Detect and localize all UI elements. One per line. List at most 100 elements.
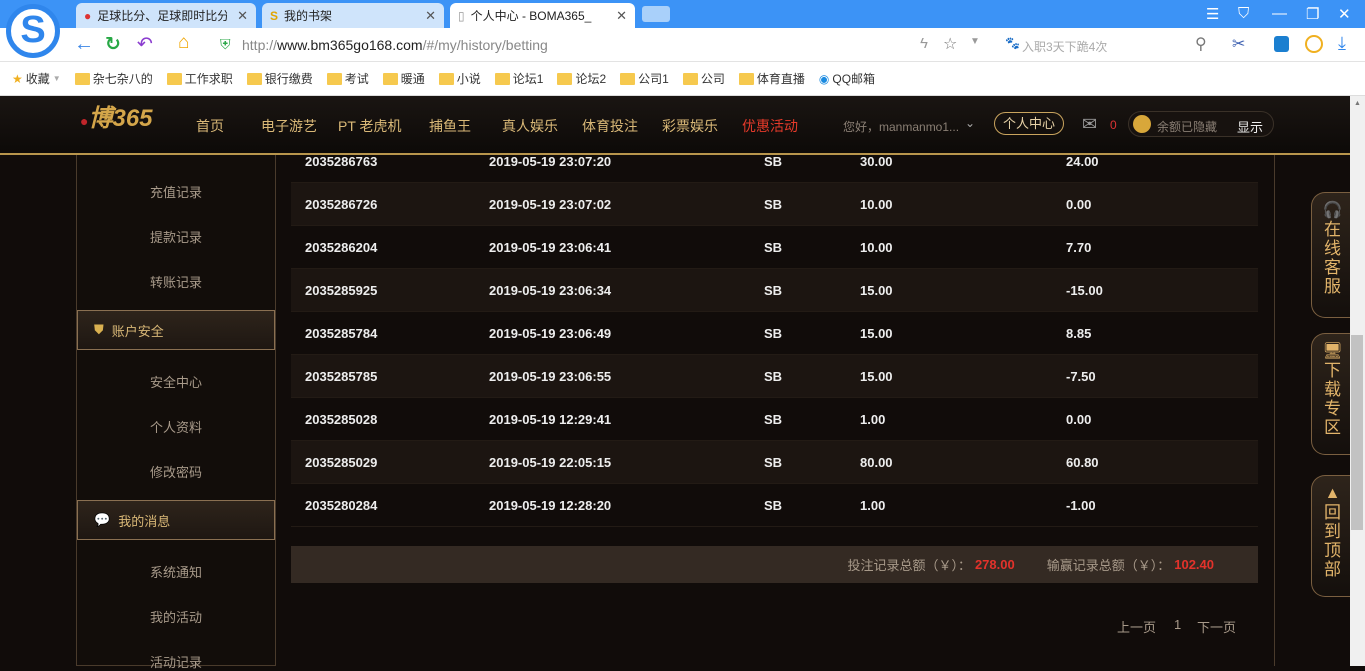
sidebar-item-my-activities[interactable]: 我的活动 (77, 607, 275, 626)
close-icon[interactable]: ✕ (425, 8, 436, 24)
new-tab-button[interactable] (642, 6, 670, 22)
bookmark-folder[interactable]: 考试 (326, 70, 369, 87)
folder-icon (620, 72, 636, 85)
nav-home[interactable]: 首页 (196, 116, 224, 136)
browser-logo[interactable]: S (6, 4, 60, 58)
tab-bookshelf[interactable]: S 我的书架 ✕ (262, 3, 444, 28)
back-to-top-button[interactable]: ▲ 回到顶部 (1311, 475, 1353, 597)
dropdown-icon[interactable]: ▼ (970, 36, 980, 47)
tab-football[interactable]: ● 足球比分、足球即时比分 ✕ (76, 3, 256, 28)
table-row: 2035285028 2019-05-19 12:29:41 SB 1.00 0.00 (291, 398, 1258, 441)
nav-fishing[interactable]: 捕鱼王 (429, 116, 471, 136)
nav-egames[interactable]: 电子游艺 (261, 116, 317, 136)
win-loss-cell: 8.85 (1066, 326, 1092, 341)
personal-center-button[interactable]: 个人中心 (994, 112, 1064, 135)
bookmark-favorites[interactable]: ★ 收藏 ▼ (12, 70, 61, 87)
translate-icon[interactable] (1274, 36, 1289, 52)
sidebar-item-activity-records[interactable]: 活动记录 (77, 652, 275, 671)
refresh-icon[interactable]: ↻ (105, 33, 121, 56)
folder-icon (557, 72, 573, 85)
user-greeting[interactable]: 您好，manmanmo1... (843, 118, 959, 135)
scroll-up-icon[interactable]: ▲ (1354, 100, 1361, 107)
bookmark-folder[interactable]: 银行缴费 (246, 70, 313, 87)
table-row: 2035286204 2019-05-19 23:06:41 SB 10.00 7.70 (291, 226, 1258, 269)
minimize-icon[interactable]: — (1272, 5, 1287, 22)
sidebar-item-profile[interactable]: 个人资料 (77, 417, 275, 436)
nav-live-casino[interactable]: 真人娱乐 (502, 116, 558, 136)
sidebar-item-withdraw-records[interactable]: 提款记录 (77, 227, 275, 246)
online-service-button[interactable]: 🎧 在线客服 (1311, 192, 1353, 318)
mail-icon[interactable]: ✉ (1082, 114, 1097, 135)
nav-promotions[interactable]: 优惠活动 (742, 116, 798, 136)
more-icon[interactable] (1305, 35, 1323, 53)
win-loss-cell: -7.50 (1066, 369, 1096, 384)
skin-icon[interactable]: ⛉ (1238, 5, 1249, 22)
bookmark-folder[interactable]: 公司1 (620, 70, 669, 87)
table-row: 2035285785 2019-05-19 23:06:55 SB 15.00 -7.5… (291, 355, 1258, 398)
bet-time-cell: 2019-05-19 23:07:20 (489, 154, 612, 169)
back-icon[interactable]: ← (74, 33, 94, 56)
close-icon[interactable]: ✕ (237, 8, 248, 24)
folder-icon (494, 72, 510, 85)
bookmark-folder[interactable]: 体育直播 (738, 70, 805, 87)
nav-pt-slots[interactable]: PT 老虎机 (338, 116, 402, 136)
bet-time-cell: 2019-05-19 22:05:15 (489, 455, 612, 470)
download-icon[interactable]: ⤓ (1338, 33, 1346, 54)
close-window-icon[interactable]: ✕ (1338, 5, 1351, 23)
coins-icon (1133, 115, 1151, 133)
sidebar-item-transfer-records[interactable]: 转账记录 (77, 272, 275, 291)
baidu-icon: 🐾 (1005, 36, 1020, 50)
bookmark-folder[interactable]: 小说 (438, 70, 481, 87)
show-balance-button[interactable]: 显示 (1237, 117, 1263, 136)
undo-icon[interactable]: ↶ (137, 33, 153, 56)
bookmark-folder[interactable]: 工作求职 (166, 70, 233, 87)
star-icon[interactable]: ☆ (943, 34, 957, 54)
folder-icon (74, 72, 90, 85)
tab-personal-center[interactable]: ▯ 个人中心 - BOMA365_ ✕ (450, 3, 635, 28)
scissors-icon[interactable]: ✂ (1232, 34, 1245, 54)
sidebar-section-messages[interactable]: 💬 我的消息 (77, 500, 275, 540)
page-number[interactable]: 1 (1174, 617, 1181, 632)
close-icon[interactable]: ✕ (616, 8, 627, 24)
site-logo[interactable]: ●博365 (80, 107, 164, 152)
bookmark-folder[interactable]: 公司 (682, 70, 725, 87)
search-input[interactable]: 入职3天下跪4次 (1022, 38, 1107, 55)
winloss-total-label: 输赢记录总额（￥）： (1046, 558, 1171, 573)
home-icon[interactable]: ⌂ (178, 32, 189, 54)
url-input[interactable]: http://www.bm365go168.com/#/my/history/b… (242, 37, 548, 53)
sidebar-item-deposit-records[interactable]: 充值记录 (77, 182, 275, 201)
bookmark-qqmail[interactable]: ◉ QQ邮箱 (819, 70, 875, 87)
folder-icon (166, 72, 182, 85)
mail-count: 0 (1110, 118, 1117, 132)
platform-cell: SB (764, 498, 783, 513)
content-border (1274, 155, 1275, 666)
next-page-button[interactable]: 下一页 (1197, 617, 1236, 636)
bet-time-cell: 2019-05-19 23:06:55 (489, 369, 612, 384)
bookmark-folder[interactable]: 杂七杂八的 (74, 70, 153, 87)
prev-page-button[interactable]: 上一页 (1117, 617, 1156, 636)
bet-id-cell: 2035285925 (305, 283, 378, 298)
chevron-down-icon[interactable]: ⌄ (965, 116, 975, 130)
sidebar-item-system-notice[interactable]: 系统通知 (77, 562, 275, 581)
download-zone-button[interactable]: 🖥 下载专区 (1311, 333, 1353, 455)
scrollbar-thumb[interactable] (1351, 335, 1363, 530)
nav-lottery[interactable]: 彩票娱乐 (662, 116, 718, 136)
bet-time-cell: 2019-05-19 23:06:49 (489, 326, 612, 341)
bet-amount-cell: 10.00 (860, 240, 893, 255)
nav-sports[interactable]: 体育投注 (582, 116, 638, 136)
menu-icon[interactable]: ☰ (1206, 5, 1219, 23)
search-icon[interactable]: ⚲ (1195, 34, 1207, 54)
bookmark-folder[interactable]: 论坛1 (494, 70, 543, 87)
sidebar-item-security-center[interactable]: 安全中心 (77, 372, 275, 391)
bookmark-folder[interactable]: 论坛2 (557, 70, 606, 87)
balance-box: 余额已隐藏 显示 (1128, 111, 1274, 137)
platform-cell: SB (764, 369, 783, 384)
sidebar-section-security[interactable]: ⛊ 账户安全 (77, 310, 275, 350)
table-row: 2035285029 2019-05-19 22:05:15 SB 80.00 60.8… (291, 441, 1258, 484)
winloss-total-value: 102.40 (1174, 557, 1214, 572)
sidebar-item-change-password[interactable]: 修改密码 (77, 462, 275, 481)
bookmark-folder[interactable]: 暖通 (382, 70, 425, 87)
restore-icon[interactable]: ❐ (1306, 5, 1319, 23)
lightning-icon[interactable]: ϟ (920, 35, 928, 52)
shield-icon: ⛨ (220, 36, 231, 52)
